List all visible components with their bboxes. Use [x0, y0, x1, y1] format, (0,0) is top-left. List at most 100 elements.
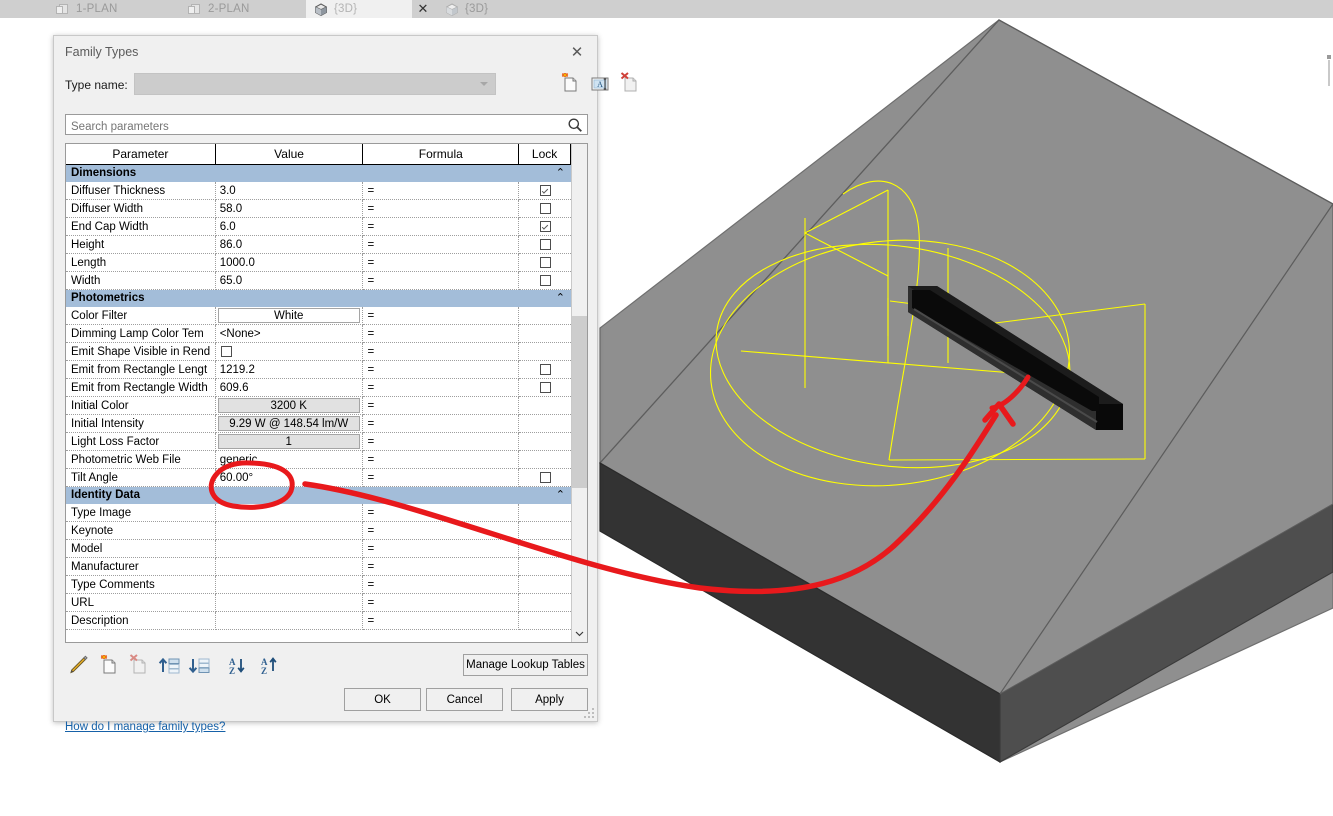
cell-formula[interactable]: =: [363, 254, 520, 272]
cell-value[interactable]: [215, 612, 364, 630]
cell-lock[interactable]: [519, 451, 572, 469]
cancel-button[interactable]: Cancel: [426, 688, 503, 711]
table-row[interactable]: Emit from Rectangle Lengt 1219.2 =: [66, 361, 587, 379]
cell-formula[interactable]: =: [363, 397, 520, 415]
cell-lock[interactable]: [519, 576, 572, 594]
parameter-group-header[interactable]: Identity Data ⌃: [66, 487, 587, 504]
cell-formula[interactable]: =: [363, 451, 520, 469]
cell-formula[interactable]: =: [363, 325, 520, 343]
lock-checkbox[interactable]: [539, 257, 551, 268]
cell-value[interactable]: 3200 K: [215, 397, 364, 415]
cell-value[interactable]: 65.0: [215, 272, 364, 290]
cell-lock[interactable]: [519, 218, 572, 236]
cell-lock[interactable]: [519, 236, 572, 254]
cell-lock[interactable]: [519, 272, 572, 290]
cell-value[interactable]: 1000.0: [215, 254, 364, 272]
cell-lock[interactable]: [519, 343, 572, 361]
cell-value[interactable]: 6.0: [215, 218, 364, 236]
ok-button[interactable]: OK: [344, 688, 421, 711]
table-row[interactable]: Initial Intensity 9.29 W @ 148.54 lm/W =: [66, 415, 587, 433]
cell-lock[interactable]: [519, 361, 572, 379]
cell-lock[interactable]: [519, 379, 572, 397]
cell-lock[interactable]: [519, 540, 572, 558]
apply-button[interactable]: Apply: [511, 688, 588, 711]
lock-checkbox[interactable]: [539, 239, 551, 250]
chevron-up-icon[interactable]: ⌃: [556, 291, 565, 306]
cell-formula[interactable]: =: [363, 576, 520, 594]
cell-formula[interactable]: =: [363, 236, 520, 254]
lock-checkbox[interactable]: [539, 221, 551, 232]
table-row[interactable]: Length 1000.0 =: [66, 254, 587, 272]
cell-value[interactable]: [215, 576, 364, 594]
chevron-up-icon[interactable]: ⌃: [556, 488, 565, 503]
lock-checkbox[interactable]: [539, 364, 551, 375]
cell-formula[interactable]: =: [363, 415, 520, 433]
value-button[interactable]: 9.29 W @ 148.54 lm/W: [217, 416, 360, 431]
cell-formula[interactable]: =: [363, 200, 520, 218]
cell-formula[interactable]: =: [363, 594, 520, 612]
table-row[interactable]: Type Image =: [66, 504, 587, 522]
cell-value[interactable]: [215, 558, 364, 576]
column-header-formula[interactable]: Formula: [363, 144, 520, 164]
cell-value[interactable]: [215, 343, 364, 361]
sort-ascending-button[interactable]: A Z: [225, 654, 251, 678]
cell-formula[interactable]: =: [363, 272, 520, 290]
cell-formula[interactable]: =: [363, 361, 520, 379]
new-type-button[interactable]: [557, 72, 583, 96]
table-row[interactable]: Emit Shape Visible in Rend =: [66, 343, 587, 361]
delete-type-button[interactable]: [617, 72, 643, 96]
cell-value[interactable]: [215, 504, 364, 522]
cell-lock[interactable]: [519, 522, 572, 540]
move-up-button[interactable]: [157, 654, 183, 678]
cell-value[interactable]: 58.0: [215, 200, 364, 218]
table-row[interactable]: Color Filter White =: [66, 307, 587, 325]
cell-formula[interactable]: =: [363, 504, 520, 522]
value-button[interactable]: 1: [217, 434, 360, 449]
cell-lock[interactable]: [519, 612, 572, 630]
lock-checkbox[interactable]: [539, 382, 551, 393]
cell-value[interactable]: 3.0: [215, 182, 364, 200]
help-link[interactable]: How do I manage family types?: [65, 721, 225, 733]
cell-formula[interactable]: =: [363, 540, 520, 558]
parameter-group-header[interactable]: Photometrics ⌃: [66, 290, 587, 307]
cell-formula[interactable]: =: [363, 307, 520, 325]
table-row[interactable]: Description =: [66, 612, 587, 630]
table-row[interactable]: Emit from Rectangle Width 609.6 =: [66, 379, 587, 397]
cell-value[interactable]: [215, 594, 364, 612]
cell-formula[interactable]: =: [363, 522, 520, 540]
cell-lock[interactable]: [519, 558, 572, 576]
cell-value[interactable]: 609.6: [215, 379, 364, 397]
value-button[interactable]: White: [217, 308, 360, 323]
scroll-down-button[interactable]: [572, 625, 587, 642]
table-row[interactable]: Height 86.0 =: [66, 236, 587, 254]
cell-value[interactable]: 9.29 W @ 148.54 lm/W: [215, 415, 364, 433]
table-row[interactable]: Photometric Web File generic =: [66, 451, 587, 469]
cell-value[interactable]: [215, 540, 364, 558]
tab-1-plan[interactable]: 1-PLAN: [48, 0, 158, 18]
value-button[interactable]: 3200 K: [217, 398, 360, 413]
cell-lock[interactable]: [519, 182, 572, 200]
chevron-up-icon[interactable]: ⌃: [556, 166, 565, 181]
cell-formula[interactable]: =: [363, 182, 520, 200]
type-name-combobox[interactable]: [134, 73, 496, 95]
lock-checkbox[interactable]: [539, 275, 551, 286]
search-icon[interactable]: [567, 117, 583, 136]
manage-lookup-tables-button[interactable]: Manage Lookup Tables: [463, 654, 588, 676]
search-parameters-box[interactable]: [65, 114, 588, 135]
table-row[interactable]: Dimming Lamp Color Tem <None> =: [66, 325, 587, 343]
table-row[interactable]: Model =: [66, 540, 587, 558]
rename-type-button[interactable]: A: [587, 72, 613, 96]
cell-lock[interactable]: [519, 254, 572, 272]
cell-formula[interactable]: =: [363, 343, 520, 361]
sort-descending-button[interactable]: A Z: [257, 654, 283, 678]
cell-formula[interactable]: =: [363, 433, 520, 451]
cell-formula[interactable]: =: [363, 218, 520, 236]
cell-value[interactable]: 1219.2: [215, 361, 364, 379]
viewport-edge-scrollbar[interactable]: [1325, 55, 1333, 91]
cell-value[interactable]: 1: [215, 433, 364, 451]
cell-lock[interactable]: [519, 469, 572, 487]
cell-formula[interactable]: =: [363, 612, 520, 630]
table-row[interactable]: Diffuser Width 58.0 =: [66, 200, 587, 218]
scrollbar-thumb[interactable]: [572, 316, 587, 488]
value-checkbox[interactable]: [220, 346, 232, 357]
